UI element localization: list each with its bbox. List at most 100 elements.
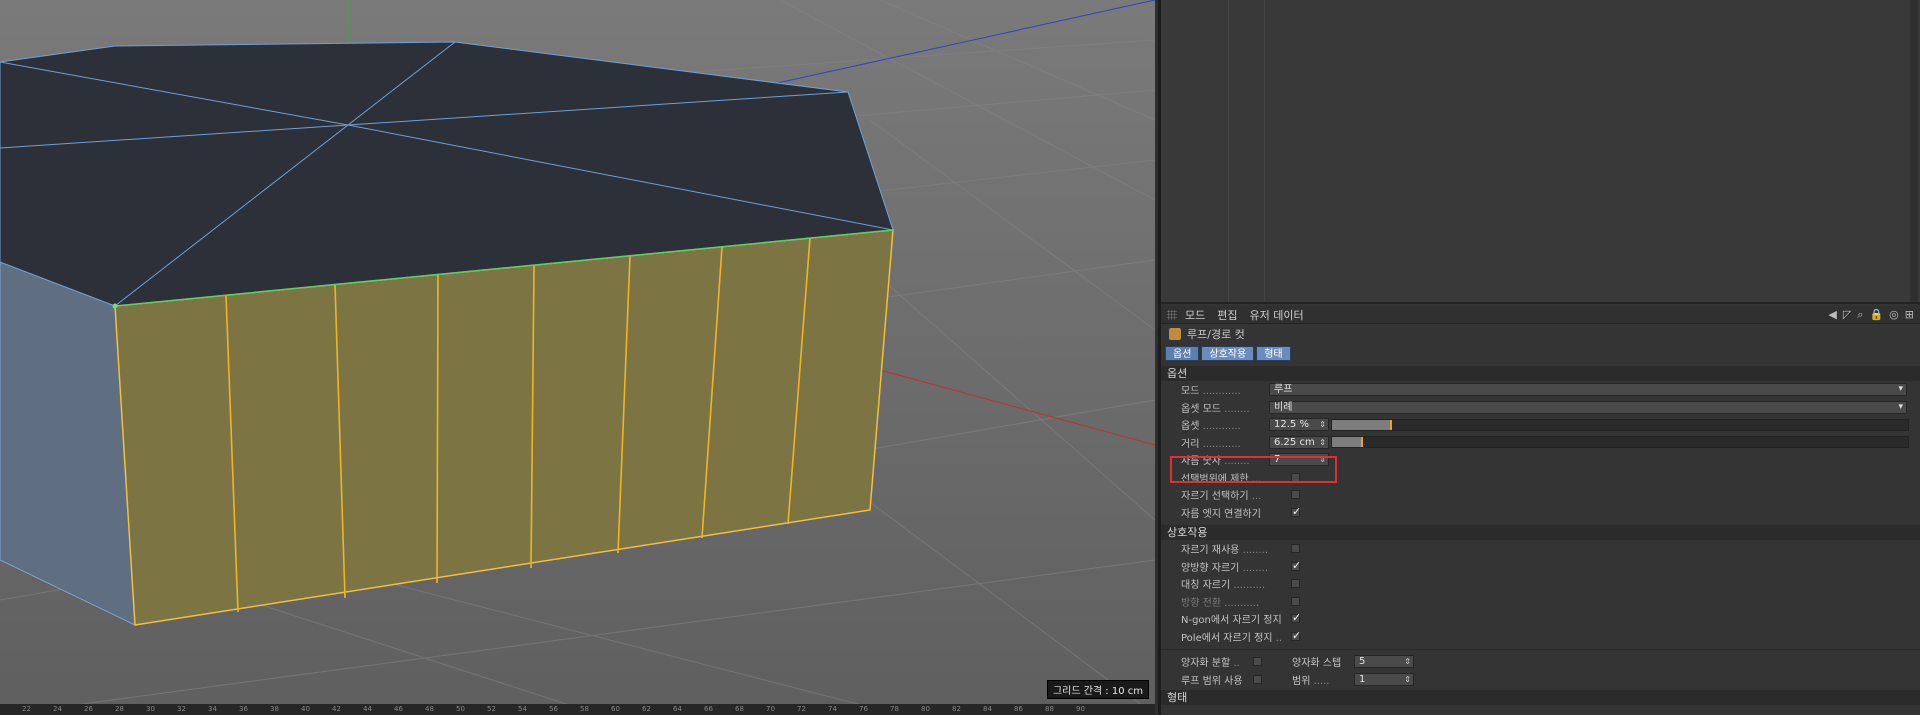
distance-input[interactable]: 6.25 cm bbox=[1269, 435, 1329, 449]
row-connect-edges: 자름 엣지 연결하기 bbox=[1161, 504, 1920, 522]
cut-count-highlight-box bbox=[1170, 456, 1337, 483]
target-icon[interactable]: ◎ bbox=[1889, 308, 1899, 322]
ruler-tick-label: 48 bbox=[425, 705, 434, 713]
right-panel: 모드 편집 유저 데이터 ◀ ◸ ⌕ 🔒 ◎ ⊞ 루프/경로 컷 옵션 상호작용… bbox=[1158, 0, 1920, 715]
ruler-tick-label: 56 bbox=[549, 705, 558, 713]
ruler-tick-label: 32 bbox=[177, 705, 186, 713]
tab-shape[interactable]: 형태 bbox=[1256, 346, 1291, 361]
row-quantize-split: 양자화 분할 .. 양자화 스텝 5 bbox=[1161, 653, 1920, 671]
distance-slider[interactable] bbox=[1331, 436, 1909, 449]
offset-mode-dropdown[interactable]: 비례 bbox=[1269, 400, 1907, 414]
ruler-tick-label: 38 bbox=[270, 705, 279, 713]
row-offset: 옵셋 ............ 12.5 % bbox=[1161, 416, 1920, 434]
loop-range-checkbox[interactable] bbox=[1253, 674, 1262, 684]
grid-spacing-label: 그리드 간격 : 10 cm bbox=[1046, 680, 1149, 699]
ruler-tick-label: 72 bbox=[797, 705, 806, 713]
ruler-tick-label: 88 bbox=[1045, 705, 1054, 713]
search-icon[interactable]: ⌕ bbox=[1857, 308, 1863, 322]
ruler-tick-label: 58 bbox=[580, 705, 589, 713]
section-interaction: 상호작용 bbox=[1161, 525, 1920, 540]
side-face-left bbox=[0, 261, 136, 626]
section-options: 옵션 bbox=[1161, 366, 1920, 381]
ruler-tick-label: 36 bbox=[239, 705, 248, 713]
menu-edit[interactable]: 편집 bbox=[1217, 307, 1237, 323]
ruler-tick-label: 62 bbox=[642, 705, 651, 713]
ruler-tick-label: 40 bbox=[301, 705, 310, 713]
attribute-menubar: 모드 편집 유저 데이터 ◀ ◸ ⌕ 🔒 ◎ ⊞ bbox=[1161, 306, 1920, 324]
quantize-step-label: 양자화 스텝 bbox=[1292, 658, 1342, 670]
row-reuse-cuts: 자르기 재사용 ........ bbox=[1161, 540, 1920, 558]
attribute-tabs: 옵션 상호작용 형태 bbox=[1161, 346, 1920, 362]
flip-direction-checkbox[interactable] bbox=[1291, 596, 1300, 606]
ruler-tick-label: 34 bbox=[208, 705, 217, 713]
ruler-tick-label: 70 bbox=[766, 705, 775, 713]
offset-slider[interactable] bbox=[1331, 418, 1909, 431]
ruler-tick-label: 30 bbox=[146, 705, 155, 713]
row-bidirectional: 양방향 자르기 ........ bbox=[1161, 558, 1920, 576]
row-loop-range: 루프 범위 사용 범위 ..... 1 bbox=[1161, 671, 1920, 689]
ruler-tick-label: 60 bbox=[611, 705, 620, 713]
ruler-tick-label: 76 bbox=[859, 705, 868, 713]
selected-point bbox=[112, 303, 118, 309]
ruler-tick-label: 84 bbox=[983, 705, 992, 713]
mode-dropdown[interactable]: 루프 bbox=[1269, 383, 1907, 397]
object-title: 루프/경로 컷 bbox=[1187, 328, 1245, 341]
object-manager-scrollbar[interactable] bbox=[1910, 0, 1918, 302]
quantize-split-checkbox[interactable] bbox=[1253, 657, 1262, 667]
offset-input[interactable]: 12.5 % bbox=[1269, 418, 1329, 432]
loop-cut-tool-icon bbox=[1169, 328, 1181, 340]
ruler-tick-label: 24 bbox=[53, 705, 62, 713]
ruler-tick-label: 50 bbox=[456, 705, 465, 713]
ruler-tick-label: 28 bbox=[115, 705, 124, 713]
ruler-tick-label: 46 bbox=[394, 705, 403, 713]
stop-pole-checkbox[interactable] bbox=[1291, 629, 1301, 642]
ruler-tick-label: 78 bbox=[890, 705, 899, 713]
ruler-tick-label: 86 bbox=[1014, 705, 1023, 713]
row-offset-mode: 옵셋 모드 ........ 비례 bbox=[1161, 399, 1920, 417]
lock-icon[interactable]: 🔒 bbox=[1869, 308, 1883, 322]
quantize-step-input[interactable]: 5 bbox=[1354, 655, 1414, 669]
back-arrow-icon[interactable]: ◀ bbox=[1828, 308, 1836, 322]
forward-arrow-icon[interactable]: ◸ bbox=[1843, 308, 1851, 322]
stop-ngon-checkbox[interactable] bbox=[1291, 611, 1301, 624]
tab-options[interactable]: 옵션 bbox=[1165, 346, 1200, 361]
ruler-tick-label: 74 bbox=[828, 705, 837, 713]
ruler-tick-label: 90 bbox=[1076, 705, 1085, 713]
ruler-tick-label: 64 bbox=[673, 705, 682, 713]
tab-interaction[interactable]: 상호작용 bbox=[1201, 346, 1255, 361]
row-stop-ngon: N-gon에서 자르기 정지 bbox=[1161, 610, 1920, 628]
ruler-tick-label: 44 bbox=[363, 705, 372, 713]
viewport-scene[interactable] bbox=[0, 0, 1155, 715]
symmetric-checkbox[interactable] bbox=[1291, 579, 1300, 589]
object-title-row: 루프/경로 컷 bbox=[1161, 324, 1920, 344]
ruler-tick-label: 42 bbox=[332, 705, 341, 713]
ruler-tick-label: 52 bbox=[487, 705, 496, 713]
row-distance: 거리 ............ 6.25 cm bbox=[1161, 434, 1920, 452]
row-mode: 모드 ............ 루프 bbox=[1161, 381, 1920, 399]
row-select-cuts: 자르기 선택하기 ... bbox=[1161, 486, 1920, 504]
3d-viewport[interactable]: 그리드 간격 : 10 cm 22 24 26 28 30 32 34 36 38 40 42 44 4… bbox=[0, 0, 1155, 715]
row-flip-direction: 방향 전환 ........... bbox=[1161, 593, 1920, 611]
reuse-cuts-checkbox[interactable] bbox=[1291, 544, 1300, 554]
section-shape: 형태 bbox=[1161, 690, 1920, 705]
ruler-tick-label: 54 bbox=[518, 705, 527, 713]
object-manager[interactable] bbox=[1161, 0, 1920, 304]
range-label: 범위 bbox=[1292, 675, 1311, 687]
timeline-ruler[interactable]: 22 24 26 28 30 32 34 36 38 40 42 44 46 48 50 52 54 56 58 60… bbox=[0, 704, 1155, 715]
attribute-manager: 모드 편집 유저 데이터 ◀ ◸ ⌕ 🔒 ◎ ⊞ 루프/경로 컷 옵션 상호작용… bbox=[1161, 306, 1920, 715]
range-input[interactable]: 1 bbox=[1354, 672, 1414, 686]
ruler-tick-label: 66 bbox=[704, 705, 713, 713]
select-cuts-checkbox[interactable] bbox=[1291, 490, 1300, 500]
menu-user-data[interactable]: 유저 데이터 bbox=[1250, 307, 1304, 323]
ruler-tick-label: 82 bbox=[952, 705, 961, 713]
grip-icon[interactable] bbox=[1167, 309, 1177, 320]
bidirectional-checkbox[interactable] bbox=[1291, 559, 1301, 572]
new-panel-icon[interactable]: ⊞ bbox=[1905, 308, 1914, 322]
row-symmetric: 대칭 자르기 .......... bbox=[1161, 575, 1920, 593]
menu-mode[interactable]: 모드 bbox=[1185, 307, 1205, 323]
ruler-tick-label: 26 bbox=[84, 705, 93, 713]
row-stop-pole: Pole에서 자르기 정지 .. bbox=[1161, 628, 1920, 646]
ruler-tick-label: 22 bbox=[22, 705, 31, 713]
ruler-tick-label: 68 bbox=[735, 705, 744, 713]
connect-edges-checkbox[interactable] bbox=[1291, 505, 1301, 518]
